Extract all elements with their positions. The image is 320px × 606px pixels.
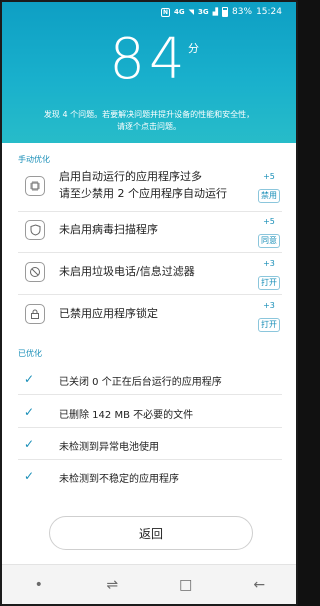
check-icon: ✓: [24, 405, 35, 419]
optimized-section-label: 已优化: [18, 349, 42, 358]
device-care-screen: N 4G ◥ 3G ▟ 83% 15:24 84 分 发现 4 个问题。若要解决…: [0, 0, 298, 606]
issue-item-autorun[interactable]: 启用自动运行的应用程序过多 请至少禁用 2 个应用程序自动运行 +5 禁用: [2, 168, 296, 204]
score-header: N 4G ◥ 3G ▟ 83% 15:24 84 分 发现 4 个问题。若要解决…: [2, 2, 296, 143]
status-bar: N 4G ◥ 3G ▟ 83% 15:24: [2, 2, 296, 22]
optimized-text: 未检测到异常电池使用: [59, 442, 159, 453]
issue-item-virus-scan[interactable]: 未启用病毒扫描程序 +5 同意: [2, 216, 296, 248]
battery-percent: 83%: [232, 7, 253, 17]
issue-title: 未启用病毒扫描程序: [59, 223, 158, 236]
issue-item-app-lock[interactable]: 已禁用应用程序锁定 +3 打开: [2, 300, 296, 332]
points-badge: +3: [263, 301, 275, 310]
points-badge: +5: [263, 217, 275, 226]
issue-title: 未启用垃圾电话/信息过滤器: [59, 265, 195, 278]
divider: [18, 427, 282, 428]
battery-icon: [222, 7, 229, 17]
shield-icon: [25, 220, 45, 240]
manual-section-label: 手动优化: [18, 155, 50, 164]
check-icon: ✓: [24, 437, 35, 451]
signal-3g-icon: 3G: [198, 8, 209, 16]
issue-subtitle: 请至少禁用 2 个应用程序自动运行: [59, 187, 227, 200]
issues-message: 发现 4 个问题。若要解决问题并提升设备的性能和安全性，请逐个点击问题。: [43, 110, 255, 131]
recent-apps-icon[interactable]: ⇌: [92, 570, 132, 600]
turn-on-button[interactable]: 打开: [258, 318, 280, 332]
divider: [18, 394, 282, 395]
issue-title: 启用自动运行的应用程序过多: [59, 170, 202, 183]
clock: 15:24: [256, 7, 282, 17]
signal-4g-icon: 4G: [174, 8, 185, 16]
points-badge: +3: [263, 259, 275, 268]
divider: [18, 252, 282, 253]
optimized-text: 已关闭 0 个正在后台运行的应用程序: [59, 377, 222, 388]
signal-bars-icon: ▟: [212, 8, 219, 16]
lock-icon: [25, 304, 45, 324]
score-unit: 分: [188, 42, 199, 55]
agree-button[interactable]: 同意: [258, 234, 280, 248]
optimized-text: 未检测到不稳定的应用程序: [59, 474, 179, 485]
dot-icon[interactable]: •: [19, 570, 59, 600]
turn-on-button[interactable]: 打开: [258, 276, 280, 290]
score-value: 84: [109, 27, 189, 92]
optimized-text: 已删除 142 MB 不必要的文件: [59, 410, 194, 421]
disable-button[interactable]: 禁用: [258, 189, 280, 203]
check-icon: ✓: [24, 372, 35, 386]
divider: [18, 459, 282, 460]
home-icon[interactable]: □: [166, 570, 206, 600]
chip-icon: [25, 176, 45, 196]
points-badge: +5: [263, 172, 275, 181]
check-icon: ✓: [24, 469, 35, 483]
issue-item-spam-filter[interactable]: 未启用垃圾电话/信息过滤器 +3 打开: [2, 258, 296, 290]
back-arrow-icon[interactable]: ←: [239, 570, 279, 600]
divider: [18, 211, 282, 212]
nfc-icon: N: [161, 7, 171, 17]
divider: [18, 294, 282, 295]
block-icon: [25, 262, 45, 282]
back-button[interactable]: 返回: [49, 516, 253, 550]
navigation-bar: • ⇌ □ ←: [2, 564, 296, 604]
wifi-icon: ◥: [188, 8, 195, 16]
issue-title: 已禁用应用程序锁定: [59, 307, 158, 320]
